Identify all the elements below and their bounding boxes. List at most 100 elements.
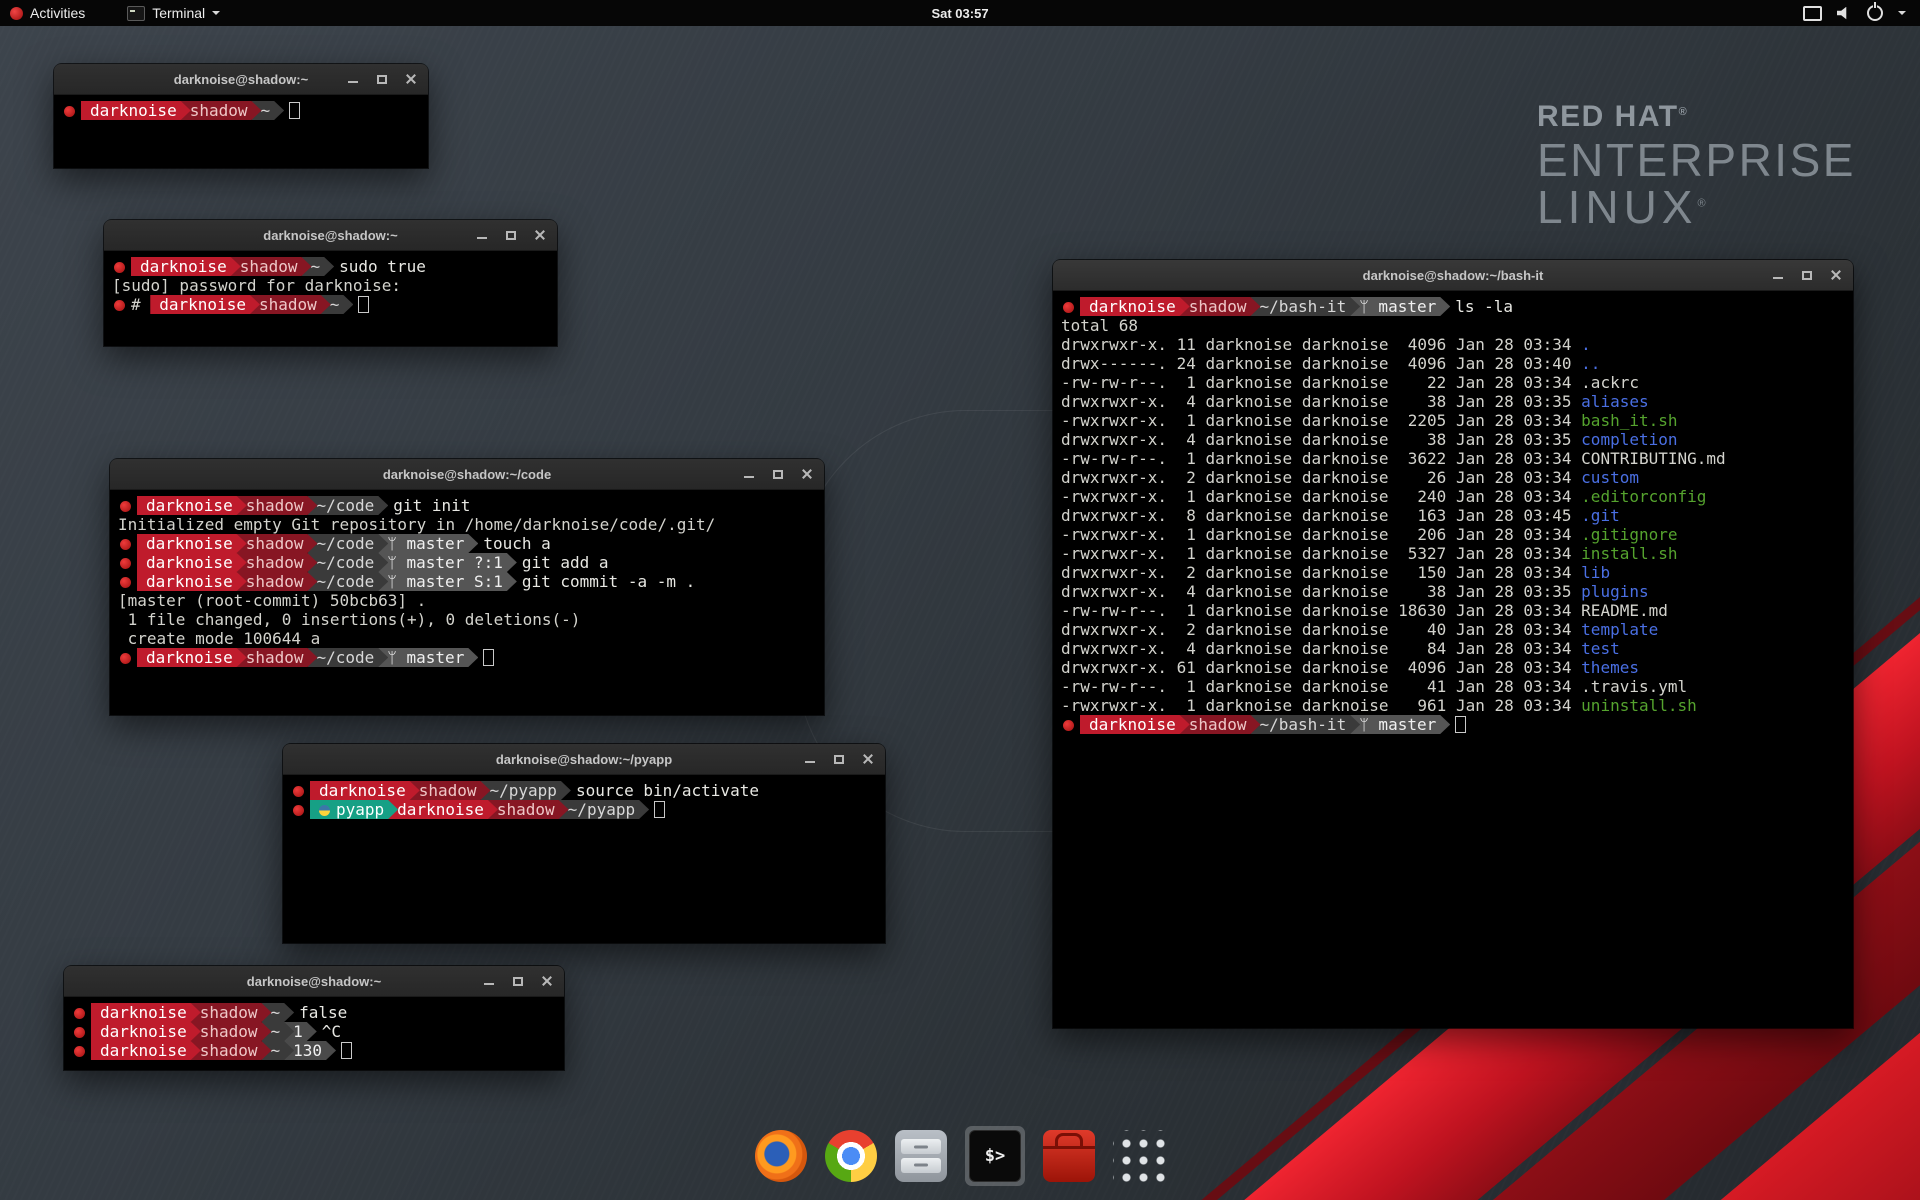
maximize-button[interactable] <box>1800 268 1814 282</box>
prompt-segment-git: ᛘ master <box>1350 715 1450 734</box>
terminal-line: drwxrwxr-x. 61 darknoise darknoise 4096 … <box>1061 658 1845 677</box>
terminal-content[interactable]: darknoiseshadow~sudo true[sudo] password… <box>104 251 557 320</box>
prompt-segment-path: ~/code <box>308 534 389 553</box>
titlebar[interactable]: darknoise@shadow:~ <box>104 220 557 251</box>
minimize-button[interactable] <box>346 72 360 86</box>
clock[interactable]: Sat 03:57 <box>931 6 988 21</box>
volume-icon[interactable] <box>1837 7 1852 20</box>
chrome-icon[interactable] <box>825 1130 877 1182</box>
app-menu-label: Terminal <box>152 5 205 21</box>
terminal-output: [master (root-commit) 50bcb63] . <box>118 591 426 610</box>
terminal-line: darknoiseshadow~1^C <box>72 1022 556 1041</box>
power-icon[interactable] <box>1867 5 1883 21</box>
system-tray <box>1803 5 1920 21</box>
terminal-line: darknoiseshadow~/bash-itᛘ master <box>1061 715 1845 734</box>
close-button[interactable] <box>533 228 547 242</box>
terminal-line: darknoiseshadow~130 <box>72 1041 556 1060</box>
terminal-content[interactable]: darknoiseshadow~/pyappsource bin/activat… <box>283 775 885 825</box>
toolbox-icon[interactable] <box>1043 1130 1095 1182</box>
terminal-output: .git <box>1581 506 1620 525</box>
redhat-prompt-icon <box>64 106 75 117</box>
terminal-command: git commit -a -m . <box>522 572 695 591</box>
close-button[interactable] <box>861 752 875 766</box>
app-grid-icon[interactable] <box>1113 1130 1165 1182</box>
activities-button[interactable]: Activities <box>0 0 95 26</box>
maximize-button[interactable] <box>504 228 518 242</box>
firefox-icon[interactable] <box>755 1130 807 1182</box>
terminal-window-pyapp[interactable]: darknoise@shadow:~/pyapp darknoiseshadow… <box>283 744 885 943</box>
terminal-dock-tile[interactable]: $> <box>965 1126 1025 1186</box>
minimize-button[interactable] <box>475 228 489 242</box>
minimize-button[interactable] <box>482 974 496 988</box>
app-menu-terminal[interactable]: Terminal <box>119 0 228 26</box>
terminal-line: drwxrwxr-x. 4 darknoise darknoise 38 Jan… <box>1061 582 1845 601</box>
close-button[interactable] <box>540 974 554 988</box>
terminal-output: -rwxrwxr-x. 1 darknoise darknoise 240 Ja… <box>1061 487 1581 506</box>
redhat-prompt-icon <box>120 577 131 588</box>
prompt-segment-path: ~/pyapp <box>481 781 571 800</box>
prompt-segment-host: shadow <box>237 496 318 515</box>
prompt-segment-user: darknoise <box>81 101 191 120</box>
terminal-output: test <box>1581 639 1620 658</box>
titlebar[interactable]: darknoise@shadow:~ <box>54 64 428 95</box>
terminal-output: -rwxrwxr-x. 1 darknoise darknoise 2205 J… <box>1061 411 1581 430</box>
terminal-line: drwxrwxr-x. 8 darknoise darknoise 163 Ja… <box>1061 506 1845 525</box>
terminal-content[interactable]: darknoiseshadow~/bash-itᛘ masterls -lato… <box>1053 291 1853 740</box>
prompt-segment-host: shadow <box>181 101 262 120</box>
terminal-window-home-2[interactable]: darknoise@shadow:~ darknoiseshadow~false… <box>64 966 564 1070</box>
terminal-output: drwxrwxr-x. 4 darknoise darknoise 38 Jan… <box>1061 582 1581 601</box>
redhat-prompt-icon <box>74 1027 85 1038</box>
titlebar[interactable]: darknoise@shadow:~/pyapp <box>283 744 885 775</box>
terminal-output: lib <box>1581 563 1610 582</box>
terminal-line: drwxrwxr-x. 4 darknoise darknoise 38 Jan… <box>1061 430 1845 449</box>
terminal-content[interactable]: darknoiseshadow~falsedarknoiseshadow~1^C… <box>64 997 564 1066</box>
terminal-window-home-1[interactable]: darknoise@shadow:~ darknoiseshadow~ <box>54 64 428 168</box>
chevron-down-icon[interactable] <box>1898 11 1906 15</box>
prompt-segment-user: darknoise <box>131 257 241 276</box>
titlebar[interactable]: darknoise@shadow:~/bash-it <box>1053 260 1853 291</box>
terminal-content[interactable]: darknoiseshadow~ <box>54 95 428 126</box>
terminal-line: -rwxrwxr-x. 1 darknoise darknoise 5327 J… <box>1061 544 1845 563</box>
terminal-window-sudo[interactable]: darknoise@shadow:~ darknoiseshadow~sudo … <box>104 220 557 346</box>
terminal-content[interactable]: darknoiseshadow~/codegit initInitialized… <box>110 490 824 673</box>
terminal-output: drwxrwxr-x. 2 darknoise darknoise 150 Ja… <box>1061 563 1581 582</box>
terminal-line: 1 file changed, 0 insertions(+), 0 delet… <box>118 610 816 629</box>
close-button[interactable] <box>404 72 418 86</box>
terminal-line: drwxrwxr-x. 4 darknoise darknoise 38 Jan… <box>1061 392 1845 411</box>
terminal-line: create mode 100644 a <box>118 629 816 648</box>
terminal-command: source bin/activate <box>576 781 759 800</box>
terminal-window-bash-it[interactable]: darknoise@shadow:~/bash-it darknoiseshad… <box>1053 260 1853 1028</box>
terminal-output: aliases <box>1581 392 1648 411</box>
prompt-segment-user: darknoise <box>1080 715 1190 734</box>
terminal-line: drwxrwxr-x. 2 darknoise darknoise 40 Jan… <box>1061 620 1845 639</box>
prompt-segment-git: ᛘ master <box>378 648 478 667</box>
terminal-output: drwxrwxr-x. 2 darknoise darknoise 40 Jan… <box>1061 620 1581 639</box>
window-title: darknoise@shadow:~/pyapp <box>496 752 672 767</box>
close-button[interactable] <box>1829 268 1843 282</box>
redhat-logo-icon <box>10 7 23 20</box>
redhat-prompt-icon <box>120 653 131 664</box>
terminal-output: -rw-rw-r--. 1 darknoise darknoise 18630 … <box>1061 601 1668 620</box>
terminal-output: template <box>1581 620 1658 639</box>
window-title: darknoise@shadow:~/bash-it <box>1363 268 1544 283</box>
minimize-button[interactable] <box>1771 268 1785 282</box>
terminal-window-code[interactable]: darknoise@shadow:~/code darknoiseshadow~… <box>110 459 824 715</box>
redhat-prompt-icon <box>74 1046 85 1057</box>
close-button[interactable] <box>800 467 814 481</box>
terminal-line: total 68 <box>1061 316 1845 335</box>
titlebar[interactable]: darknoise@shadow:~/code <box>110 459 824 490</box>
redhat-prompt-icon <box>293 786 304 797</box>
terminal-line: drwxrwxr-x. 2 darknoise darknoise 150 Ja… <box>1061 563 1845 582</box>
display-icon[interactable] <box>1803 6 1822 21</box>
titlebar[interactable]: darknoise@shadow:~ <box>64 966 564 997</box>
maximize-button[interactable] <box>511 974 525 988</box>
maximize-button[interactable] <box>771 467 785 481</box>
maximize-button[interactable] <box>375 72 389 86</box>
terminal-line: Initialized empty Git repository in /hom… <box>118 515 816 534</box>
files-icon[interactable] <box>895 1130 947 1182</box>
minimize-button[interactable] <box>803 752 817 766</box>
prompt-segment-host: shadow <box>191 1022 272 1041</box>
maximize-button[interactable] <box>832 752 846 766</box>
minimize-button[interactable] <box>742 467 756 481</box>
terminal-line: drwxrwxr-x. 2 darknoise darknoise 26 Jan… <box>1061 468 1845 487</box>
